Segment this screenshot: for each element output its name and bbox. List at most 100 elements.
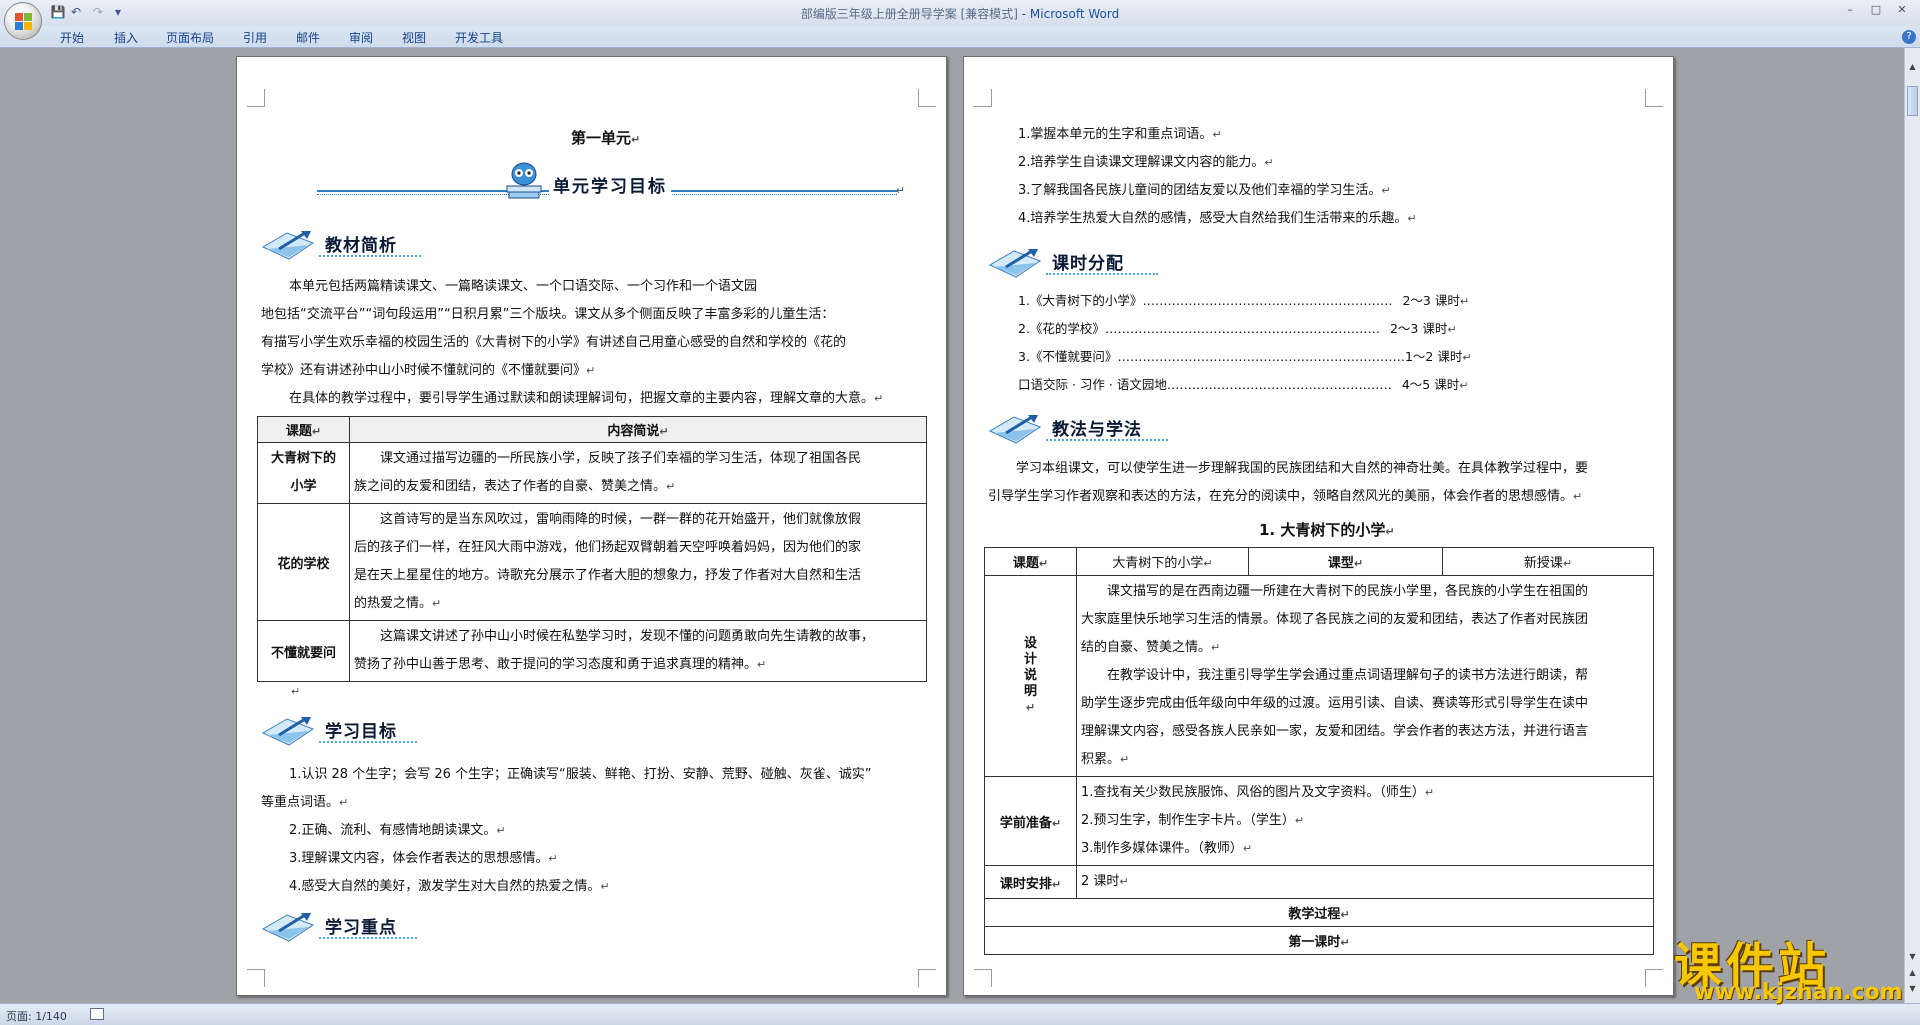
unit-title: 第一单元↵ bbox=[571, 127, 640, 148]
section-banner-hour-allocation: 课时分配 bbox=[988, 247, 1158, 278]
topic-label: 课题 bbox=[1012, 556, 1039, 571]
intro-text: 学校》还有讲述孙中山小时候不懂就问的《不懂就要问》 bbox=[261, 363, 587, 378]
leader-dots: ……………………………………………… bbox=[1166, 377, 1392, 392]
tab-view[interactable]: 视图 bbox=[402, 29, 426, 46]
table-header-cell: 课题↵ bbox=[257, 416, 350, 443]
row-content-cell: 课文通过描写边疆的一所民族小学，反映了孩子们幸福的学习生活，体现了祖国各民 族之间… bbox=[349, 442, 927, 504]
tab-references[interactable]: 引用 bbox=[243, 29, 267, 46]
row-line: 赞扬了孙中山善于思考、敢于提问的学习态度和勇于追求真理的精神。 bbox=[354, 657, 758, 672]
row-title: 大青树下的小学 bbox=[270, 451, 336, 494]
table-header-cell: 内容简说↵ bbox=[349, 416, 927, 443]
process-cell: 教学过程↵ bbox=[984, 898, 1654, 927]
row-title: 花的学校 bbox=[277, 556, 330, 572]
lesson-title-text: 1. 大青树下的小学 bbox=[1259, 521, 1386, 539]
window-title: 部编版三年级上册全册导学案 [兼容模式] - Microsoft Word bbox=[0, 5, 1920, 22]
label-cell: 课型↵ bbox=[1248, 547, 1443, 576]
section-title-learning-goals: 学习目标 bbox=[325, 722, 397, 742]
design-line: 积累。 bbox=[1081, 752, 1121, 767]
leader-dots: ………………………………………………………… bbox=[1104, 321, 1380, 336]
office-button[interactable] bbox=[4, 2, 42, 40]
goal-line: 等重点词语。↵ bbox=[261, 795, 349, 810]
tab-insert[interactable]: 插入 bbox=[114, 29, 138, 46]
table-row: 第一课时↵ bbox=[984, 926, 1654, 955]
goal-line: 2.正确、流利、有感情地朗读课文。↵ bbox=[289, 823, 506, 838]
goal-text: 2.培养学生自读课文理解课文内容的能力。 bbox=[1018, 155, 1265, 170]
design-line: 课文描写的是在西南边疆一所建在大青树下的民族小学里，各民族的小学生在祖国的 bbox=[1107, 584, 1589, 599]
table-row: 大青树下的小学 课文通过描写边疆的一所民族小学，反映了孩子们幸福的学习生活，体现… bbox=[257, 442, 927, 504]
method-line: 学习本组课文，可以使学生进一步理解我国的民族团结和大自然的神奇壮美。在具体教学过… bbox=[1016, 455, 1588, 483]
lesson-title: 1. 大青树下的小学↵ bbox=[1259, 521, 1395, 539]
site-watermark: 课件站 www.kjzhan.com bbox=[1674, 926, 1914, 1006]
status-bar: 页面: 1/140 bbox=[0, 1003, 1920, 1025]
first-lesson-label: 第一课时 bbox=[1288, 935, 1341, 950]
goal-text: 1.认识 28 个生字；会写 26 个生字；正确读写“服装、鲜艳、打扮、安静、荒… bbox=[289, 767, 872, 782]
tab-review[interactable]: 审阅 bbox=[349, 29, 373, 46]
section-title-hour-allocation: 课时分配 bbox=[1052, 254, 1124, 274]
row-line: 课文通过描写边疆的一所民族小学，反映了孩子们幸福的学习生活，体现了祖国各民 bbox=[380, 451, 862, 466]
book-arrow-icon bbox=[261, 913, 315, 942]
maximize-button[interactable]: □ bbox=[1866, 3, 1886, 17]
tab-home[interactable]: 开始 bbox=[60, 29, 84, 46]
book-arrow-icon bbox=[988, 415, 1042, 444]
paragraph-mark: ↵ bbox=[895, 184, 905, 197]
page-count[interactable]: 页面: 1/140 bbox=[6, 1008, 67, 1024]
goal-text: 2.正确、流利、有感情地朗读课文。 bbox=[289, 823, 497, 838]
close-button[interactable]: ✕ bbox=[1892, 3, 1912, 17]
hour-value: 1～2 课时 bbox=[1404, 349, 1463, 364]
unit-banner-label: 单元学习目标 bbox=[549, 172, 671, 197]
crop-mark bbox=[974, 969, 992, 987]
row-content-cell: 这首诗写的是当东风吹过，雷响雨降的时候，一群一群的花开始盛开，他们就像放假 后的孩… bbox=[349, 503, 927, 621]
goal-text: 1.掌握本单元的生字和重点词语。 bbox=[1018, 127, 1213, 142]
scroll-thumb[interactable] bbox=[1907, 86, 1918, 116]
goal-text: 4.培养学生热爱大自然的感情，感受大自然给我们生活带来的乐趣。 bbox=[1018, 211, 1408, 226]
row-line: 是在天上星星住的地方。诗歌充分展示了作者大胆的想象力，抒发了作者对大自然和生活 bbox=[354, 568, 862, 583]
tab-developer[interactable]: 开发工具 bbox=[455, 29, 503, 46]
dotted-underline bbox=[1046, 439, 1168, 441]
intro-line: 学校》还有讲述孙中山小时候不懂就问的《不懂就要问》↵ bbox=[261, 357, 595, 385]
table-row: 课时安排↵ 2 课时↵ bbox=[984, 865, 1654, 899]
unit-title-text: 第一单元 bbox=[571, 129, 632, 147]
dotted-underline bbox=[319, 937, 417, 939]
tab-mailings[interactable]: 邮件 bbox=[296, 29, 320, 46]
section-banner-textbook-analysis: 教材简析 bbox=[261, 229, 421, 260]
scroll-up-icon[interactable]: ▲ bbox=[1906, 60, 1919, 73]
goal-text: 3.理解课文内容，体会作者表达的思想感情。 bbox=[289, 851, 549, 866]
table-row: 学前准备↵ 1.查找有关少数民族服饰、风俗的图片及文字资料。（师生）↵ 2.预习… bbox=[984, 776, 1654, 866]
dotted-underline bbox=[319, 741, 417, 743]
topic-value: 大青树下的小学 bbox=[1112, 556, 1204, 571]
table-row: 课题↵ 大青树下的小学↵ 课型↵ 新授课↵ bbox=[984, 547, 1654, 576]
goal-text: 4.感受大自然的美好，激发学生对大自然的热爱之情。 bbox=[289, 879, 601, 894]
row-line: 这首诗写的是当东风吹过，雷响雨降的时候，一群一群的花开始盛开，他们就像放假 bbox=[380, 512, 862, 527]
goal-line: 3.了解我国各民族儿童间的团结友爱以及他们幸福的学习生活。↵ bbox=[1018, 183, 1391, 198]
tab-page-layout[interactable]: 页面布局 bbox=[166, 29, 214, 46]
dotted-underline bbox=[1046, 273, 1158, 275]
minimize-button[interactable]: – bbox=[1840, 3, 1860, 17]
hours-value: 2 课时 bbox=[1081, 874, 1120, 889]
row-title-cell: 不懂就要问 bbox=[257, 620, 350, 682]
vertical-scrollbar[interactable]: ▲ ▼ ▲ ▼ bbox=[1904, 48, 1920, 1003]
prep-label: 学前准备 bbox=[999, 815, 1052, 831]
intro-line: 在具体的教学过程中，要引导学生通过默读和朗读理解词句，把握文章的主要内容，理解文… bbox=[289, 385, 883, 413]
macro-record-icon[interactable] bbox=[90, 1008, 104, 1020]
prep-line: 2.预习生字，制作生字卡片。（学生） bbox=[1081, 813, 1295, 828]
section-title-textbook-analysis: 教材简析 bbox=[325, 236, 397, 256]
crop-mark bbox=[1645, 89, 1663, 107]
goal-line: 4.培养学生热爱大自然的感情，感受大自然给我们生活带来的乐趣。↵ bbox=[1018, 211, 1417, 226]
page-1[interactable]: 第一单元↵ 单元学习目标 ↵ 教材简析 本单元包括两篇精读课文、一篇略读课文、一… bbox=[236, 56, 947, 996]
help-icon[interactable]: ? bbox=[1902, 30, 1916, 44]
label-cell: 课题↵ bbox=[984, 547, 1077, 576]
goal-line: 2.培养学生自读课文理解课文内容的能力。↵ bbox=[1018, 155, 1274, 170]
type-value: 新授课 bbox=[1523, 556, 1563, 571]
paragraph-mark: ↵ bbox=[874, 392, 884, 405]
page-2[interactable]: 1.掌握本单元的生字和重点词语。↵ 2.培养学生自读课文理解课文内容的能力。↵ … bbox=[963, 56, 1674, 996]
prep-line: 1.查找有关少数民族服饰、风俗的图片及文字资料。（师生） bbox=[1081, 785, 1425, 800]
app-name: - Microsoft Word bbox=[1017, 7, 1120, 21]
leader-dots: …………………………………………………………… bbox=[1117, 349, 1405, 364]
paragraph-mark: ↵ bbox=[291, 685, 301, 698]
hour-line: 3.《不懂就要问》……………………………………………………………1～2 课时↵ bbox=[1018, 349, 1472, 364]
document-name: 部编版三年级上册全册导学案 [兼容模式] bbox=[800, 7, 1018, 21]
method-text: 引导学生学习作者观察和表达的方法，在充分的阅读中，领略自然风光的美丽，体会作者的… bbox=[988, 489, 1574, 504]
crop-mark bbox=[918, 969, 936, 987]
first-lesson-cell: 第一课时↵ bbox=[984, 926, 1654, 955]
intro-line: 地包括“交流平台”“词句段运用”“日积月累”三个版块。课文从多个侧面反映了丰富多… bbox=[261, 301, 834, 329]
